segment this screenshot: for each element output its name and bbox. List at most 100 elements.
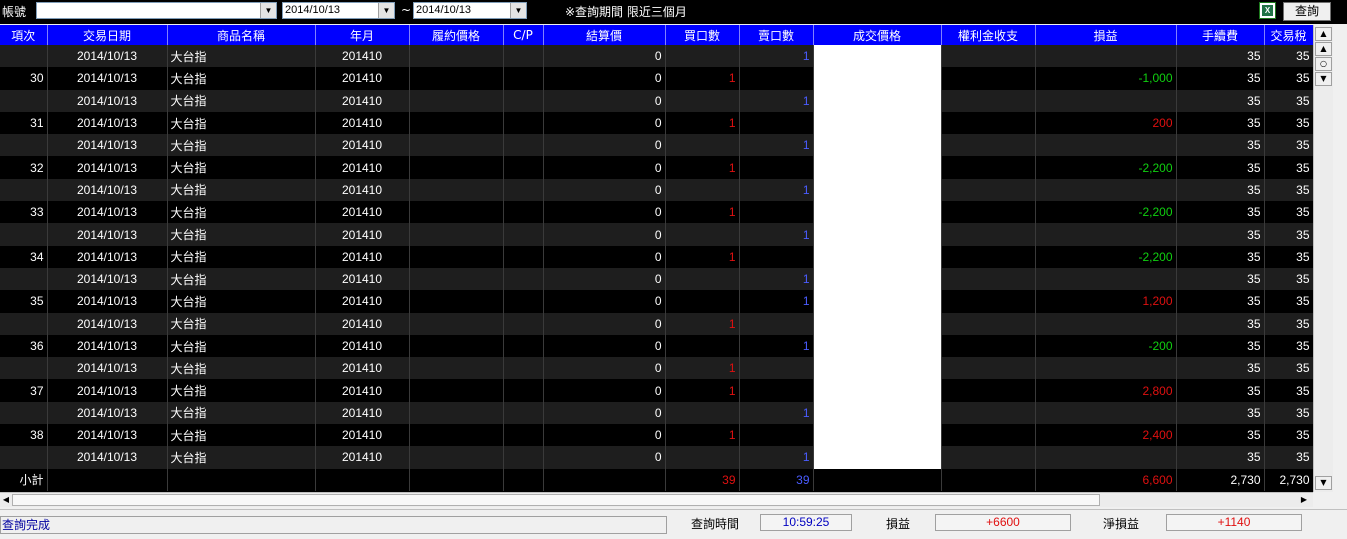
item-no-cell: 35 — [0, 290, 48, 313]
settle-price-cell: 0 — [543, 201, 666, 224]
deal-price-cell — [813, 89, 942, 112]
trade-date-cell: 2014/10/13 — [47, 290, 168, 313]
year-month-cell: 201410 — [315, 67, 410, 90]
deal-price-cell — [813, 201, 942, 224]
query-time-label: 查詢時間 — [691, 517, 740, 531]
column-header[interactable]: 成交價格 — [813, 25, 942, 45]
scroll-bottom-icon[interactable]: ▼ — [1315, 72, 1332, 86]
export-excel-button[interactable]: X — [1259, 2, 1276, 19]
settle-price-cell: 0 — [543, 134, 666, 157]
column-header[interactable]: 商品名稱 — [167, 25, 316, 45]
scroll-top-icon[interactable]: ▲ — [1315, 27, 1332, 41]
item-no-cell: 38 — [0, 424, 48, 447]
column-header[interactable]: 交易稅 — [1264, 25, 1313, 45]
item-no-cell — [0, 45, 48, 68]
column-header[interactable]: C/P — [503, 25, 544, 45]
column-header[interactable]: 買口數 — [665, 25, 740, 45]
column-header[interactable]: 交易日期 — [47, 25, 168, 45]
trade-date-cell: 2014/10/13 — [47, 334, 168, 358]
date-to-value: 2014/10/13 — [416, 4, 472, 16]
empty-cell — [409, 468, 504, 491]
settle-price-cell: 0 — [543, 446, 666, 469]
vertical-scrollbar[interactable]: ▲ ▲ ○ ▼ ▼ — [1313, 25, 1333, 492]
profit-loss-cell — [1035, 312, 1177, 335]
call-put-cell — [503, 111, 544, 135]
column-header[interactable]: 履約價格 — [409, 25, 504, 45]
table-row[interactable]: 36 2014/10/13 大台指 201410 0 1 -200 35 35 — [0, 334, 1313, 358]
table-row[interactable]: 2014/10/13 大台指 201410 0 1 35 35 — [0, 134, 1313, 157]
deal-price-cell — [813, 156, 942, 179]
tax-cell: 35 — [1264, 201, 1313, 224]
call-put-cell — [503, 446, 544, 469]
scroll-left-icon[interactable]: ◀ — [0, 494, 12, 506]
table-row[interactable]: 34 2014/10/13 大台指 201410 0 1 -2,200 35 35 — [0, 245, 1313, 268]
table-row[interactable]: 2014/10/13 大台指 201410 0 1 35 35 — [0, 223, 1313, 246]
profit-loss-cell — [1035, 223, 1177, 246]
fee-cell: 35 — [1176, 67, 1265, 90]
column-header[interactable]: 手續費 — [1176, 25, 1265, 45]
fee-cell: 35 — [1176, 424, 1265, 447]
table-row[interactable]: 2014/10/13 大台指 201410 0 1 35 35 — [0, 401, 1313, 425]
call-put-cell — [503, 201, 544, 224]
table-row[interactable]: 2014/10/13 大台指 201410 0 1 35 35 — [0, 446, 1313, 469]
scroll-middle-icon[interactable]: ○ — [1315, 57, 1332, 71]
scroll-down-icon[interactable]: ▼ — [1315, 476, 1332, 490]
column-header[interactable]: 項次 — [0, 25, 48, 45]
trade-date-cell: 2014/10/13 — [47, 178, 168, 202]
table-row[interactable]: 32 2014/10/13 大台指 201410 0 1 -2,200 35 35 — [0, 156, 1313, 179]
buy-qty-cell — [665, 223, 740, 246]
date-to-select[interactable]: 2014/10/13 ▼ — [413, 2, 527, 19]
trade-date-cell: 2014/10/13 — [47, 89, 168, 112]
table-row[interactable]: 2014/10/13 大台指 201410 0 1 35 35 — [0, 45, 1313, 68]
product-name-cell: 大台指 — [167, 245, 316, 268]
deal-price-cell — [813, 67, 942, 90]
table-row[interactable]: 2014/10/13 大台指 201410 0 1 35 35 — [0, 312, 1313, 335]
table-row[interactable]: 2014/10/13 大台指 201410 0 1 35 35 — [0, 89, 1313, 112]
item-no-cell — [0, 357, 48, 380]
scroll-right-icon[interactable]: ▶ — [1298, 494, 1310, 506]
sell-qty-cell: 1 — [739, 267, 814, 291]
table-row[interactable]: 2014/10/13 大台指 201410 0 1 35 35 — [0, 357, 1313, 380]
column-header[interactable]: 年月 — [315, 25, 410, 45]
chevron-down-icon[interactable]: ▼ — [510, 3, 526, 18]
buy-qty-cell — [665, 89, 740, 112]
strike-price-cell — [409, 401, 504, 425]
column-header[interactable]: 損益 — [1035, 25, 1177, 45]
year-month-cell: 201410 — [315, 267, 410, 291]
table-row[interactable]: 38 2014/10/13 大台指 201410 0 1 2,400 35 35 — [0, 424, 1313, 447]
buy-qty-cell — [665, 334, 740, 358]
date-from-select[interactable]: 2014/10/13 ▼ — [282, 2, 395, 19]
horizontal-scrollbar[interactable]: ◀ ▶ — [0, 492, 1313, 507]
trade-date-cell: 2014/10/13 — [47, 134, 168, 157]
sell-qty-cell: 1 — [739, 178, 814, 202]
product-name-cell: 大台指 — [167, 134, 316, 157]
deal-price-cell — [813, 178, 942, 202]
trade-grid[interactable]: 項次 交易日期 商品名稱 年月 履約價格 C/P 結算價 買口數 賣口數 成交價格 權利金收支 損益手… — [0, 25, 1313, 492]
strike-price-cell — [409, 312, 504, 335]
premium-cell — [941, 401, 1036, 425]
table-row[interactable]: 33 2014/10/13 大台指 201410 0 1 -2,200 35 35 — [0, 201, 1313, 224]
query-button[interactable]: 查詢 — [1283, 2, 1331, 21]
chevron-down-icon[interactable]: ▼ — [260, 3, 276, 18]
settle-price-cell: 0 — [543, 290, 666, 313]
chevron-down-icon[interactable]: ▼ — [378, 3, 394, 18]
call-put-cell — [503, 67, 544, 90]
table-row[interactable]: 31 2014/10/13 大台指 201410 0 1 200 35 35 — [0, 111, 1313, 135]
account-select[interactable]: ▼ — [36, 2, 277, 19]
buy-qty-cell: 1 — [665, 111, 740, 135]
settle-price-cell: 0 — [543, 67, 666, 90]
table-row[interactable]: 2014/10/13 大台指 201410 0 1 35 35 — [0, 178, 1313, 202]
tax-cell: 35 — [1264, 267, 1313, 291]
scroll-up-icon[interactable]: ▲ — [1315, 42, 1332, 56]
column-header[interactable]: 權利金收支 — [941, 25, 1036, 45]
table-row[interactable]: 30 2014/10/13 大台指 201410 0 1 -1,000 35 35 — [0, 67, 1313, 90]
call-put-cell — [503, 379, 544, 402]
table-row[interactable]: 37 2014/10/13 大台指 201410 0 1 2,800 35 35 — [0, 379, 1313, 402]
column-header[interactable]: 賣口數 — [739, 25, 814, 45]
column-header[interactable]: 結算價 — [543, 25, 666, 45]
horizontal-scroll-thumb[interactable] — [12, 494, 1100, 506]
table-row[interactable]: 35 2014/10/13 大台指 201410 0 1 1,200 35 35 — [0, 290, 1313, 313]
sell-qty-cell — [739, 245, 814, 268]
settle-price-cell: 0 — [543, 245, 666, 268]
table-row[interactable]: 2014/10/13 大台指 201410 0 1 35 35 — [0, 267, 1313, 291]
